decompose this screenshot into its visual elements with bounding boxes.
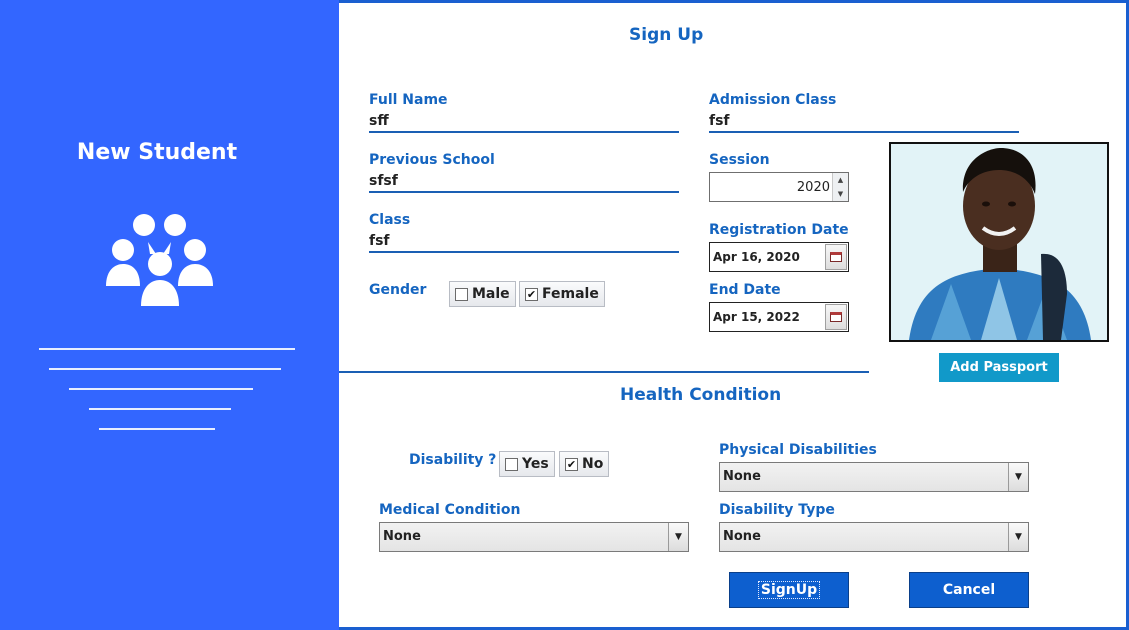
registration-date-value: Apr 16, 2020 [713, 250, 800, 264]
physical-disabilities-label: Physical Disabilities [719, 442, 877, 458]
checkbox-box [455, 287, 468, 301]
full-name-field[interactable]: sff [369, 113, 679, 129]
disability-yes-checkbox[interactable]: Yes [499, 451, 555, 477]
decorative-line [99, 428, 215, 430]
previous-school-field[interactable]: sfsf [369, 173, 679, 189]
chevron-down-icon[interactable]: ▼ [1008, 523, 1028, 551]
decorative-line [69, 388, 253, 390]
disability-type-value: None [723, 529, 761, 544]
signup-button-label: SignUp [757, 581, 821, 599]
group-icon [106, 214, 213, 306]
sidebar: New Student [0, 0, 339, 630]
disability-type-dropdown[interactable]: None ▼ [719, 522, 1029, 552]
physical-disabilities-value: None [723, 469, 761, 484]
checkbox-label: Yes [522, 456, 549, 472]
signup-button[interactable]: SignUp [729, 572, 849, 608]
passport-photo [889, 142, 1109, 342]
end-date-value: Apr 15, 2022 [713, 310, 800, 324]
session-spinner[interactable]: 2020 ▲ ▼ [709, 172, 849, 202]
admission-class-underline [709, 131, 1019, 133]
chevron-down-icon[interactable]: ▼ [668, 523, 688, 551]
disability-no-checkbox[interactable]: ✔ No [559, 451, 610, 477]
session-label: Session [709, 152, 770, 168]
spinner-up-icon[interactable]: ▲ [833, 173, 848, 187]
full-name-label: Full Name [369, 92, 448, 108]
add-passport-button[interactable]: Add Passport [939, 353, 1059, 382]
session-value: 2020 [796, 180, 830, 195]
medical-condition-label: Medical Condition [379, 502, 521, 518]
class-label: Class [369, 212, 411, 228]
signup-title: Sign Up [629, 25, 704, 45]
gender-male-checkbox[interactable]: Male [449, 281, 516, 307]
check-icon: ✔ [565, 457, 578, 471]
registration-date-label: Registration Date [709, 222, 849, 238]
section-divider [339, 371, 869, 373]
end-date-picker[interactable]: Apr 15, 2022 [709, 302, 849, 332]
admission-class-label: Admission Class [709, 92, 837, 108]
previous-school-label: Previous School [369, 152, 495, 168]
disability-type-label: Disability Type [719, 502, 835, 518]
spinner-arrows[interactable]: ▲ ▼ [832, 173, 848, 201]
check-icon: ✔ [525, 287, 538, 301]
calendar-icon[interactable] [825, 244, 847, 270]
checkbox-label: Male [472, 286, 510, 302]
student-photo-image [891, 144, 1107, 340]
previous-school-underline [369, 191, 679, 193]
decorative-line [49, 368, 281, 370]
calendar-icon[interactable] [825, 304, 847, 330]
admission-class-field[interactable]: fsf [709, 113, 1019, 129]
checkbox-label: Female [542, 286, 599, 302]
end-date-label: End Date [709, 282, 781, 298]
physical-disabilities-dropdown[interactable]: None ▼ [719, 462, 1029, 492]
decorative-line [89, 408, 231, 410]
sidebar-title: New Student [76, 140, 238, 165]
medical-condition-dropdown[interactable]: None ▼ [379, 522, 689, 552]
gender-female-checkbox[interactable]: ✔ Female [519, 281, 605, 307]
full-name-underline [369, 131, 679, 133]
checkbox-box [505, 457, 518, 471]
decorative-line [39, 348, 295, 350]
cancel-button[interactable]: Cancel [909, 572, 1029, 608]
gender-label: Gender [369, 282, 427, 298]
signup-panel: Sign Up Full Name sff Previous School sf… [339, 0, 1129, 630]
class-field[interactable]: fsf [369, 233, 679, 249]
medical-condition-value: None [383, 529, 421, 544]
class-underline [369, 251, 679, 253]
spinner-down-icon[interactable]: ▼ [833, 187, 848, 201]
registration-date-picker[interactable]: Apr 16, 2020 [709, 242, 849, 272]
health-condition-title: Health Condition [620, 385, 782, 405]
disability-label: Disability ? [409, 452, 497, 468]
checkbox-label: No [582, 456, 604, 472]
chevron-down-icon[interactable]: ▼ [1008, 463, 1028, 491]
